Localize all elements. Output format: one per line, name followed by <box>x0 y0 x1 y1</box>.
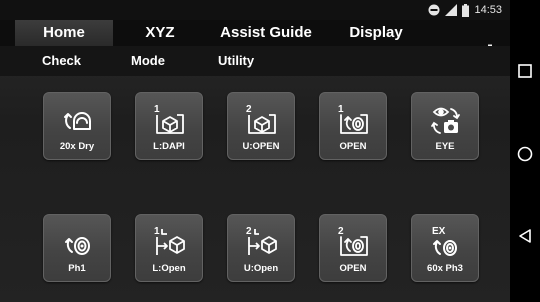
button-label: L:DAPI <box>153 141 185 152</box>
menu-utility[interactable]: Utility <box>218 46 254 76</box>
dry-objective-icon <box>64 112 91 130</box>
button-label: U:OPEN <box>242 141 280 152</box>
svg-text:2: 2 <box>246 226 252 237</box>
button-label: L:Open <box>152 263 186 274</box>
status-time: 14:53 <box>474 4 502 16</box>
button-label: 20x Dry <box>59 141 95 152</box>
tab-display[interactable]: Display <box>334 20 418 46</box>
button-label: 60x Ph3 <box>427 263 463 274</box>
do-not-disturb-icon <box>428 4 440 16</box>
tab-assist-guide[interactable]: Assist Guide <box>210 20 322 46</box>
svg-text:2: 2 <box>246 104 252 115</box>
back-triangle-icon[interactable] <box>517 228 533 244</box>
recents-square-icon[interactable] <box>517 63 533 79</box>
cube-filter-icon: 1 <box>154 104 184 134</box>
button-label: U:Open <box>243 263 279 274</box>
button-label: EYE <box>435 141 455 152</box>
sub-menu-bar: Check Mode Utility <box>0 46 510 76</box>
status-bar: 14:53 <box>0 0 510 20</box>
svg-text:1: 1 <box>154 104 160 115</box>
button-l-open[interactable]: 1 L:Open <box>135 214 203 282</box>
signal-icon <box>445 4 458 16</box>
phase-objective-icon <box>65 237 90 255</box>
home-circle-icon[interactable] <box>517 146 533 162</box>
svg-text:1: 1 <box>154 226 160 237</box>
button-u-open-2[interactable]: 2 U:Open <box>227 214 295 282</box>
android-nav-bar <box>510 0 540 302</box>
button-ph1[interactable]: Ph1 <box>43 214 111 282</box>
button-open-2[interactable]: 2 OPEN <box>319 214 387 282</box>
button-label: OPEN <box>339 263 367 274</box>
top-tab-bar: Home XYZ Assist Guide Display <box>0 20 510 64</box>
svg-text:1: 1 <box>338 104 344 115</box>
button-open-1[interactable]: 1 OPEN <box>319 92 387 160</box>
cube-path-icon: 1 <box>154 226 185 255</box>
phase-objective-icon: EX <box>432 226 457 256</box>
button-eye[interactable]: EYE <box>411 92 479 160</box>
app-screen: 14:53 Home XYZ Assist Guide Display Chec… <box>0 0 510 302</box>
button-label: Ph1 <box>68 263 86 274</box>
svg-text:2: 2 <box>338 226 344 237</box>
tab-home[interactable]: Home <box>15 20 113 46</box>
battery-icon <box>462 3 470 17</box>
menu-check[interactable]: Check <box>42 46 81 76</box>
svg-text:EX: EX <box>432 226 446 237</box>
turret-open-icon: 1 <box>338 104 368 134</box>
button-label: OPEN <box>339 141 367 152</box>
cube-filter-icon: 2 <box>246 104 276 134</box>
button-20x-dry[interactable]: 20x Dry <box>43 92 111 160</box>
button-60x-ph3[interactable]: EX 60x Ph3 <box>411 214 479 282</box>
button-u-open[interactable]: 2 U:OPEN <box>227 92 295 160</box>
status-icons: 14:53 <box>428 3 502 17</box>
menu-mode[interactable]: Mode <box>131 46 165 76</box>
tab-xyz[interactable]: XYZ <box>125 20 195 46</box>
cube-path-icon: 2 <box>246 226 277 255</box>
button-l-dapi[interactable]: 1 L:DAPI <box>135 92 203 160</box>
turret-open-icon: 2 <box>338 226 368 256</box>
eye-camera-icon <box>431 107 460 134</box>
